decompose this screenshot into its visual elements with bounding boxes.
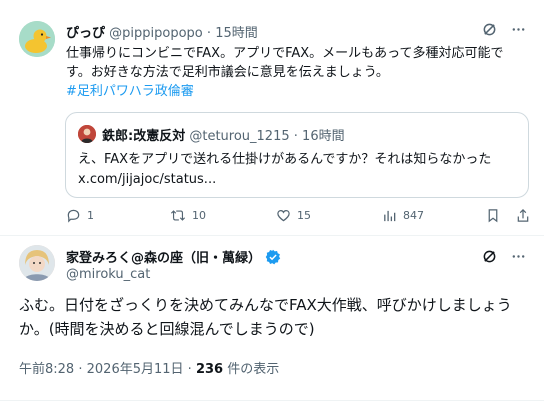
quote-display-name: 鉄郎:改憲反対 [102,129,186,144]
header-actions [482,22,526,41]
quote-line-1: え、FAXをアプリで送れる仕掛けがあるんですか？それは知らなかった [78,152,492,167]
grok-icon[interactable] [482,22,497,41]
tweet-text: ふむ。日付をざっくりを決めてみんなでFAX大作戦、呼びかけしましょうか。(時間を… [19,296,512,338]
display-name-row: 家登みろく@森の座（旧・萬緑） [66,247,281,266]
quote-header: 鉄郎:改憲反対 @teturou_1215 · 16時間 [102,125,345,144]
more-icon[interactable] [511,22,526,41]
views-button[interactable]: 847 [382,208,424,223]
meta-separator-2: · [187,362,192,377]
reply-icon [67,209,80,223]
repost-count: 10 [192,209,206,222]
tweet-header: ぴっぴ @pippipopopo · 15時間 [66,22,258,41]
quote-handle: @teturou_1215 [189,129,290,144]
person-avatar-icon [19,245,55,281]
bookmark-button[interactable] [486,208,500,223]
post-time[interactable]: 午前8:28 [19,362,74,377]
avatar-duck[interactable] [19,21,55,57]
hashtag-link[interactable]: #足利パワハラ政倫審 [66,82,528,101]
separator: · [206,26,212,41]
tweet-text: 仕事帰りにコンビニでFAX。アプリでFAX。メールもあって多種対応可能です。お好… [66,44,528,101]
divider [0,400,544,401]
duck-avatar-icon [19,21,55,57]
quote-tweet[interactable]: 鉄郎:改憲反対 @teturou_1215 · 16時間 え、FAXをアプリで送… [65,112,529,198]
like-count: 15 [297,209,311,222]
tweet-main: 家登みろく@森の座（旧・萬緑） @miroku_cat ふむ。日付をざっくりを決… [0,236,544,405]
tweet-body: 仕事帰りにコンビニでFAX。アプリでFAX。メールもあって多種対応可能です。お好… [66,46,504,80]
more-icon[interactable] [511,249,526,268]
repost-button[interactable]: 10 [170,208,206,223]
display-name[interactable]: ぴっぴ [66,26,105,41]
repost-icon [170,210,186,221]
bookmark-icon [488,209,498,223]
quote-separator: · [293,129,298,144]
quote-text: え、FAXをアプリで送れる仕掛けがあるんですか？それは知らなかった x.com/… [78,150,518,190]
heart-icon [277,210,290,222]
share-icon [517,209,529,222]
analytics-icon [384,210,396,222]
grok-icon[interactable] [482,249,497,268]
views-label: 件の表示 [227,362,280,377]
timestamp[interactable]: 15時間 [215,26,258,41]
display-name[interactable]: 家登みろく@森の座（旧・萬緑） [66,247,261,266]
action-bar: 1 10 15 847 [66,208,529,226]
quote-avatar[interactable] [78,125,96,143]
handle[interactable]: @miroku_cat [66,267,150,282]
reply-count: 1 [87,209,94,222]
quote-timestamp: 16時間 [302,129,345,144]
quote-link: x.com/jijajoc/status... [78,172,217,187]
person-avatar-icon [78,125,96,143]
header-actions [482,249,526,268]
like-button[interactable]: 15 [276,208,311,223]
tweet-metadata: 午前8:28 · 2026年5月11日 · 236 件の表示 [19,358,279,377]
avatar-miroku[interactable] [19,245,55,281]
tweet-reply[interactable]: ぴっぴ @pippipopopo · 15時間 仕事帰りにコンビニでFAX。アプ… [0,0,544,236]
share-button[interactable] [516,208,530,223]
verified-badge-icon [265,249,281,264]
reply-button[interactable]: 1 [66,208,94,223]
view-count: 847 [403,209,424,222]
post-date[interactable]: 2026年5月11日 [87,362,184,377]
views-count: 236 [195,362,224,377]
handle[interactable]: @pippipopopo [109,26,203,41]
meta-separator: · [78,362,83,377]
